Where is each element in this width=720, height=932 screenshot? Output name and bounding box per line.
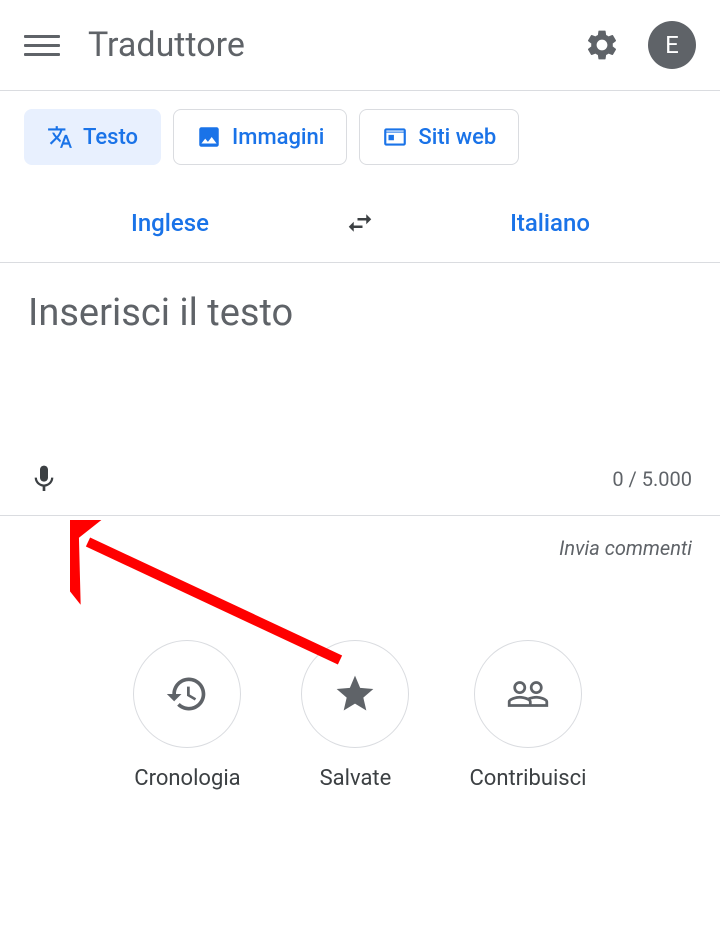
avatar-letter: E [665,31,679,59]
contribute-label: Contribuisci [469,766,586,791]
app-title: Traduttore [88,25,584,65]
tab-text-label: Testo [83,125,138,150]
target-language-button[interactable]: Italiano [380,209,720,237]
star-icon [301,640,409,748]
swap-icon[interactable] [340,203,380,243]
tab-text[interactable]: Testo [24,109,161,165]
tabs: Testo Immagini Siti web [0,91,720,183]
tab-images-label: Immagini [232,125,324,150]
saved-button[interactable]: Salvate [301,640,409,791]
language-bar: Inglese Italiano [0,183,720,263]
image-icon [196,124,222,150]
web-icon [382,124,408,150]
microphone-icon[interactable] [28,463,60,495]
menu-icon[interactable] [24,27,60,63]
tab-images[interactable]: Immagini [173,109,347,165]
history-label: Cronologia [134,766,240,791]
text-input-area[interactable]: Inserisci il testo [0,263,720,463]
input-bottom-bar: 0 / 5.000 [0,463,720,515]
input-placeholder: Inserisci il testo [28,291,692,335]
history-icon [133,640,241,748]
people-icon [474,640,582,748]
translate-icon [47,124,73,150]
bottom-actions: Cronologia Salvate Contribuisci [0,640,720,791]
feedback-link[interactable]: Invia commenti [0,516,720,560]
history-button[interactable]: Cronologia [133,640,241,791]
source-language-button[interactable]: Inglese [0,209,340,237]
character-count: 0 / 5.000 [612,467,692,491]
avatar[interactable]: E [648,21,696,69]
contribute-button[interactable]: Contribuisci [469,640,586,791]
header: Traduttore E [0,0,720,90]
tab-websites-label: Siti web [418,125,496,150]
tab-websites[interactable]: Siti web [359,109,519,165]
saved-label: Salvate [320,766,392,791]
gear-icon[interactable] [584,27,620,63]
